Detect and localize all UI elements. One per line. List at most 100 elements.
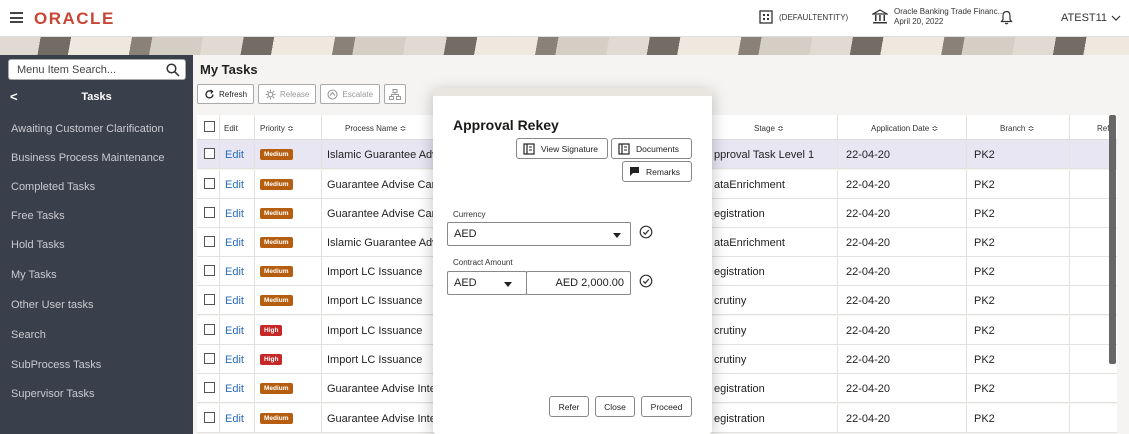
entity-selector[interactable]: (DEFAULTENTITY): [759, 10, 848, 24]
header-stage[interactable]: Stage ≎: [754, 124, 784, 133]
remarks-button[interactable]: Remarks: [622, 161, 692, 182]
contract-amount-input[interactable]: AED 2,000.00: [526, 271, 631, 295]
sidebar-item-awaiting-customer-clarification[interactable]: Awaiting Customer Clarification: [11, 123, 164, 135]
priority-badge: Medium: [260, 179, 293, 190]
sidebar-heading: < Tasks: [0, 85, 193, 109]
search-icon[interactable]: [166, 63, 180, 77]
edit-link[interactable]: Edit: [225, 208, 244, 220]
edit-link[interactable]: Edit: [225, 149, 244, 161]
reassign-button[interactable]: [384, 84, 407, 104]
refresh-icon: [205, 88, 214, 98]
stage-cell: crutiny: [714, 354, 747, 366]
sidebar-item-free-tasks[interactable]: Free Tasks: [11, 210, 65, 222]
process-name-cell: Import LC Issuance: [327, 354, 423, 366]
header-branch[interactable]: Branch ≎: [1000, 124, 1034, 133]
edit-link[interactable]: Edit: [225, 413, 244, 425]
row-checkbox[interactable]: [204, 353, 215, 364]
edit-link[interactable]: Edit: [225, 237, 244, 249]
stage-cell: crutiny: [714, 325, 747, 337]
branch-cell: PK2: [974, 325, 995, 337]
currency-value: AED: [454, 228, 477, 240]
sidebar-item-other-user-tasks[interactable]: Other User tasks: [11, 299, 94, 311]
branch-cell: PK2: [974, 149, 995, 161]
sidebar-item-supervisor-tasks[interactable]: Supervisor Tasks: [11, 388, 95, 400]
row-checkbox[interactable]: [204, 207, 215, 218]
stage-cell: ataEnrichment: [714, 179, 785, 191]
sidebar-heading-label: Tasks: [81, 91, 112, 103]
caret-down-icon: [613, 233, 621, 238]
contract-amount-value: AED 2,000.00: [555, 277, 625, 289]
sidebar-item-business-process-maintenance[interactable]: Business Process Maintenance: [11, 152, 164, 164]
documents-button[interactable]: Documents: [611, 138, 692, 159]
row-checkbox[interactable]: [204, 382, 215, 393]
notification-bell-icon[interactable]: [1000, 10, 1013, 28]
row-checkbox[interactable]: [204, 294, 215, 305]
process-name-cell: Islamic Guarantee Adv..: [327, 149, 443, 161]
application-date-cell: 22-04-20: [846, 413, 891, 425]
edit-link[interactable]: Edit: [225, 354, 244, 366]
application-date-cell: 22-04-20: [846, 266, 891, 278]
application-date-cell: 22-04-20: [846, 295, 891, 307]
branch-cell: PK2: [974, 413, 995, 425]
comment-icon: [630, 167, 639, 176]
bank-selector[interactable]: Oracle Banking Trade Financ... April 20,…: [872, 7, 1004, 27]
sidebar-item-hold-tasks[interactable]: Hold Tasks: [11, 239, 65, 251]
top-bar: ORACLE (DEFAULTENTITY) Oracle Banking Tr…: [0, 0, 1129, 37]
view-signature-button[interactable]: View Signature: [516, 138, 608, 159]
edit-link[interactable]: Edit: [225, 179, 244, 191]
contract-currency-select[interactable]: AED: [447, 271, 527, 295]
row-checkbox[interactable]: [204, 236, 215, 247]
currency-label: Currency: [453, 210, 486, 219]
release-button[interactable]: Release: [258, 84, 317, 104]
edit-link[interactable]: Edit: [225, 325, 244, 337]
stage-cell: pproval Task Level 1: [714, 149, 815, 161]
hamburger-menu-icon[interactable]: [10, 12, 23, 23]
entity-label: (DEFAULTENTITY): [779, 12, 849, 22]
sidebar-item-search[interactable]: Search: [11, 329, 46, 341]
application-date-cell: 22-04-20: [846, 179, 891, 191]
row-checkbox[interactable]: [204, 178, 215, 189]
back-chevron-icon[interactable]: <: [10, 89, 18, 104]
priority-badge: High: [260, 354, 283, 365]
chevron-down-icon: [1111, 15, 1121, 21]
row-checkbox[interactable]: [204, 412, 215, 423]
row-checkbox[interactable]: [204, 148, 215, 159]
branch-cell: PK2: [974, 383, 995, 395]
process-name-cell: Guarantee Advise Inte..: [327, 413, 442, 425]
table-scrollbar[interactable]: [1109, 115, 1116, 364]
header-priority[interactable]: Priority ≎: [260, 124, 294, 133]
currency-select[interactable]: AED: [447, 222, 631, 246]
edit-link[interactable]: Edit: [225, 266, 244, 278]
refresh-label: Refresh: [219, 89, 248, 99]
sidebar-item-subprocess-tasks[interactable]: SubProcess Tasks: [11, 359, 101, 371]
user-menu[interactable]: ATEST11: [1061, 12, 1121, 24]
header-edit: Edit: [224, 124, 238, 133]
stage-cell: egistration: [714, 266, 765, 278]
header-process-name[interactable]: Process Name ≎: [345, 124, 406, 133]
close-button[interactable]: Close: [595, 396, 635, 417]
release-label: Release: [280, 89, 310, 99]
branch-cell: PK2: [974, 179, 995, 191]
application-date-cell: 22-04-20: [846, 208, 891, 220]
row-checkbox[interactable]: [204, 324, 215, 335]
priority-badge: Medium: [260, 149, 293, 160]
refer-button[interactable]: Refer: [549, 396, 589, 417]
edit-link[interactable]: Edit: [225, 383, 244, 395]
sidebar-item-my-tasks[interactable]: My Tasks: [11, 269, 57, 281]
refresh-button[interactable]: Refresh: [197, 84, 255, 104]
sidebar-item-completed-tasks[interactable]: Completed Tasks: [11, 181, 95, 193]
stage-cell: crutiny: [714, 295, 747, 307]
proceed-button[interactable]: Proceed: [641, 396, 692, 417]
priority-badge: Medium: [260, 237, 293, 248]
escalate-button[interactable]: Escalate: [320, 84, 381, 104]
select-all-checkbox[interactable]: [204, 121, 215, 132]
process-name-cell: Islamic Guarantee Adv..: [327, 237, 443, 249]
header-application-date[interactable]: Application Date ≎: [871, 124, 938, 133]
stage-cell: ataEnrichment: [714, 237, 785, 249]
decorative-banner: [0, 37, 1129, 55]
menu-search-input[interactable]: Menu Item Search...: [8, 59, 186, 80]
application-date-cell: 22-04-20: [846, 354, 891, 366]
row-checkbox[interactable]: [204, 265, 215, 276]
branch-cell: PK2: [974, 208, 995, 220]
edit-link[interactable]: Edit: [225, 295, 244, 307]
